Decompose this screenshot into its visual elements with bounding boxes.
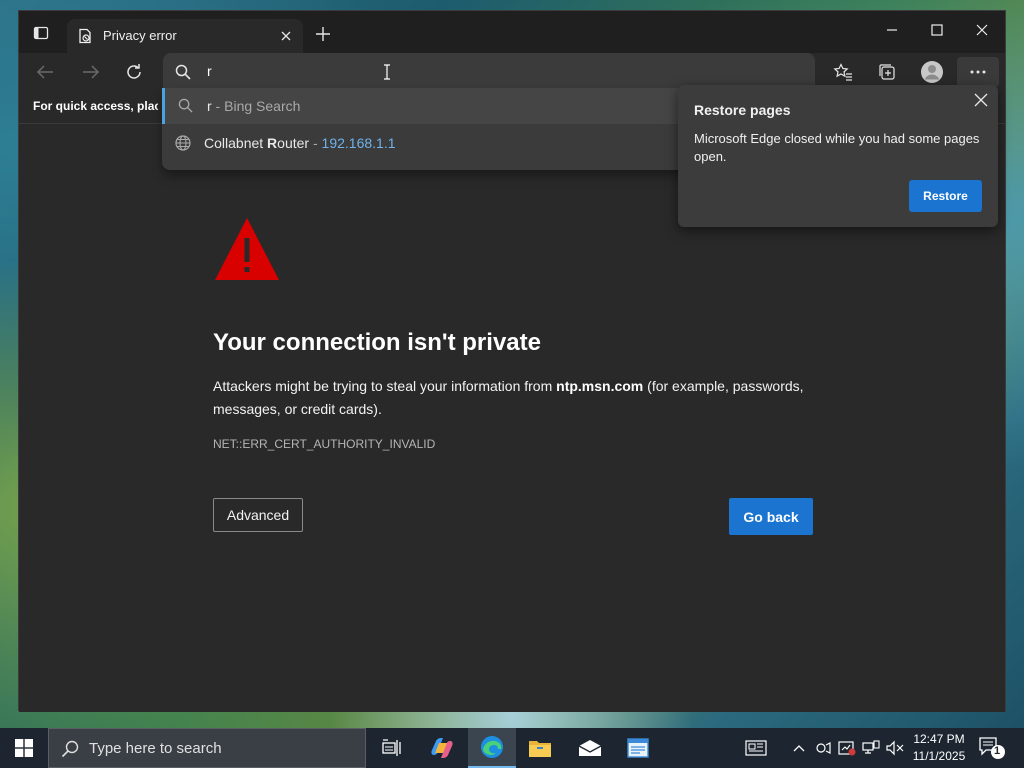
app-window-icon[interactable] xyxy=(614,728,662,768)
error-code[interactable]: NET::ERR_CERT_AUTHORITY_INVALID xyxy=(213,437,435,451)
collections-icon[interactable] xyxy=(875,60,899,84)
notification-count: 1 xyxy=(994,745,1001,757)
forward-arrow-icon[interactable] xyxy=(79,60,103,84)
title-bar: Privacy error xyxy=(19,11,1005,53)
search-icon xyxy=(61,740,79,762)
tab-title: Privacy error xyxy=(103,28,177,43)
favorites-icon[interactable] xyxy=(831,60,855,84)
suggestion-name-rest: outer xyxy=(277,135,310,151)
security-status-icon[interactable] xyxy=(837,738,857,758)
tab-privacy-error[interactable]: Privacy error xyxy=(67,19,303,53)
globe-icon xyxy=(175,135,191,151)
refresh-icon[interactable] xyxy=(122,60,146,84)
restore-popup-message: Microsoft Edge closed while you had some… xyxy=(694,131,980,164)
go-back-button[interactable]: Go back xyxy=(729,498,813,535)
meet-now-icon[interactable] xyxy=(813,738,833,758)
taskbar-search-box[interactable]: Type here to search xyxy=(48,728,366,768)
windows-start-icon[interactable] xyxy=(0,728,48,768)
suggestion-source: Bing Search xyxy=(224,98,301,114)
error-domain: ntp.msn.com xyxy=(556,378,644,394)
address-input[interactable]: r xyxy=(207,63,212,79)
minimize-icon[interactable] xyxy=(870,15,914,45)
volume-muted-icon[interactable] xyxy=(885,738,905,758)
suggestion-separator: - xyxy=(309,135,322,151)
new-tab-icon[interactable] xyxy=(313,24,333,44)
search-icon xyxy=(175,64,191,85)
text-cursor-icon xyxy=(383,64,391,80)
task-view-icon[interactable] xyxy=(368,728,416,768)
error-description: Attackers might be trying to steal your … xyxy=(213,375,823,421)
tab-actions-icon[interactable] xyxy=(31,23,51,43)
search-icon xyxy=(178,98,194,114)
page-title: Your connection isn't private xyxy=(213,329,541,356)
warning-icon xyxy=(213,216,281,284)
close-window-icon[interactable] xyxy=(960,15,1004,45)
error-description-start: Attackers might be trying to steal your … xyxy=(213,378,557,394)
suggestion-name-match: R xyxy=(267,135,278,151)
suggestion-text: Collabnet Router - 192.168.1.1 xyxy=(204,135,396,151)
suggestion-text: r - Bing Search xyxy=(207,98,300,114)
more-options-icon[interactable] xyxy=(957,57,999,87)
file-explorer-icon[interactable] xyxy=(516,728,564,768)
network-icon[interactable] xyxy=(861,738,881,758)
chevron-up-icon[interactable] xyxy=(789,738,809,758)
close-icon[interactable] xyxy=(974,93,990,109)
clock-date: 11/1/2025 xyxy=(912,749,966,763)
news-widget-icon[interactable] xyxy=(744,738,768,758)
maximize-icon[interactable] xyxy=(915,15,959,45)
taskbar: Type here to search 12:47 PM 11/1/2025 1 xyxy=(0,728,1024,768)
mail-icon[interactable] xyxy=(566,728,614,768)
restore-popup-title: Restore pages xyxy=(694,102,791,118)
copilot-icon[interactable] xyxy=(418,728,466,768)
back-arrow-icon[interactable] xyxy=(33,60,57,84)
suggestion-separator: - xyxy=(211,98,225,114)
clock-time: 12:47 PM xyxy=(913,732,965,746)
notification-center-icon[interactable]: 1 xyxy=(978,736,1006,760)
favorites-bar-hint: For quick access, place y xyxy=(33,99,158,113)
system-clock[interactable]: 12:47 PM 11/1/2025 xyxy=(910,731,968,765)
edge-browser-icon[interactable] xyxy=(468,728,516,768)
advanced-button[interactable]: Advanced xyxy=(213,498,303,532)
close-tab-icon[interactable] xyxy=(277,27,295,45)
restore-button[interactable]: Restore xyxy=(909,180,982,212)
privacy-error-icon xyxy=(77,28,93,44)
taskbar-search-placeholder: Type here to search xyxy=(89,740,222,757)
suggestion-name-prefix: Collabnet xyxy=(204,135,268,151)
profile-avatar-icon[interactable] xyxy=(920,60,944,84)
suggestion-url: 192.168.1.1 xyxy=(321,135,396,151)
restore-pages-popup: Restore pages Microsoft Edge closed whil… xyxy=(678,85,998,227)
